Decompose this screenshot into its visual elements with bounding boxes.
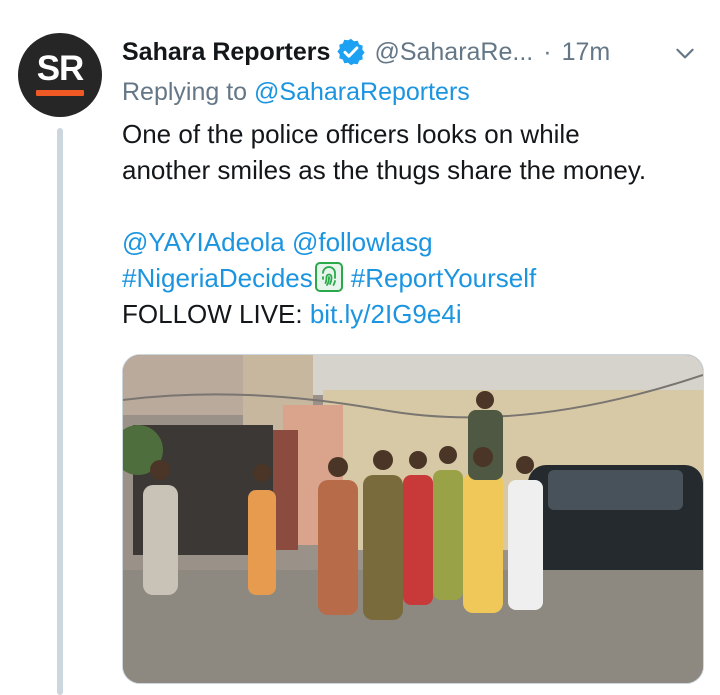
thread-connector-line	[57, 128, 63, 695]
tweet-header: Sahara Reporters @SaharaRe... · 17m	[122, 32, 712, 72]
mention-link[interactable]: @followlasg	[292, 227, 433, 257]
follow-live-label: FOLLOW LIVE:	[122, 299, 303, 329]
replying-handle-link[interactable]: @SaharaReporters	[254, 78, 470, 106]
user-handle[interactable]: @SaharaRe...	[374, 38, 533, 67]
separator-dot: ·	[543, 37, 552, 66]
verified-badge-icon	[337, 38, 366, 66]
mention-link[interactable]: @YAYIAdeola	[122, 227, 285, 257]
timestamp[interactable]: 17m	[562, 38, 611, 67]
tweet-text: One of the police officers looks on whil…	[122, 116, 712, 332]
hashtag-link[interactable]: #ReportYourself	[351, 263, 537, 293]
replying-to: Replying to @SaharaReporters	[122, 78, 470, 107]
avatar-logo-text: SR	[36, 48, 85, 88]
street-scene-photo	[123, 355, 703, 683]
follow-live-link[interactable]: bit.ly/2IG9e4i	[310, 299, 462, 329]
display-name[interactable]: Sahara Reporters	[122, 38, 330, 67]
hashtag-link[interactable]: #NigeriaDecides	[122, 263, 313, 293]
fingerprint-hashflag-icon	[314, 262, 343, 292]
avatar[interactable]: SR	[18, 33, 102, 117]
chevron-down-icon[interactable]	[672, 40, 698, 66]
tweet-photo[interactable]	[122, 354, 704, 684]
tweet-text-line: another smiles as the thugs share the mo…	[122, 155, 647, 185]
avatar-logo-bar	[36, 89, 84, 96]
tweet-text-line: One of the police officers looks on whil…	[122, 119, 580, 149]
replying-prefix: Replying to	[122, 78, 248, 106]
